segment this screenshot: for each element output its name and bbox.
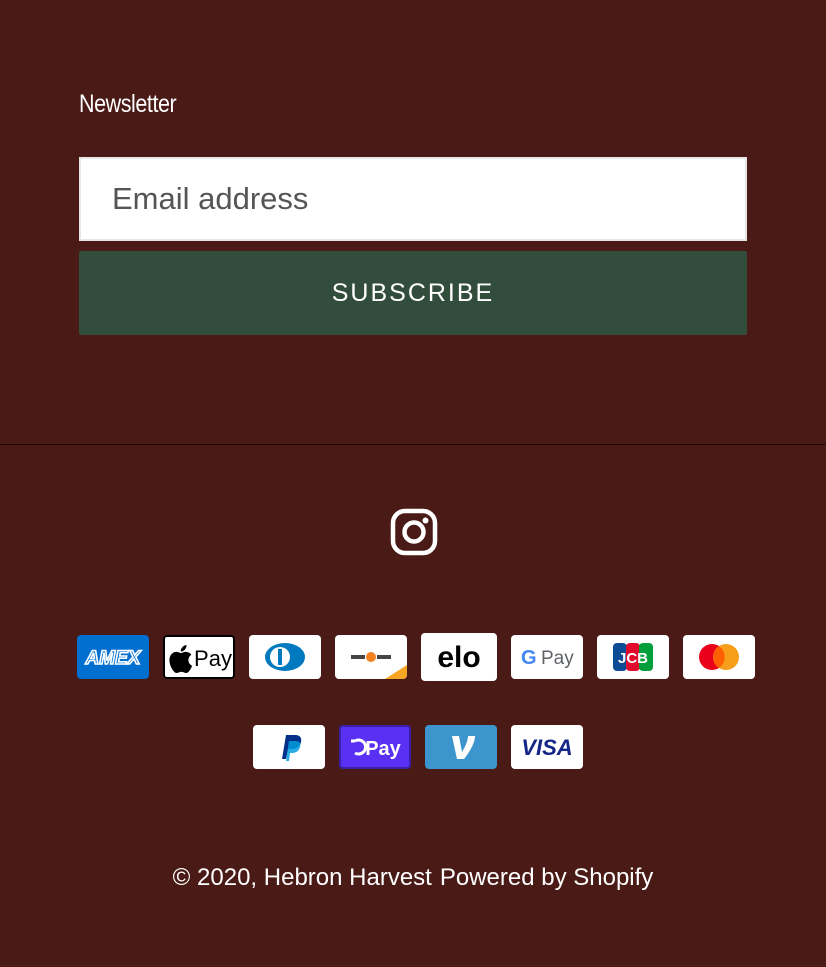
visa-text: VISA xyxy=(521,735,572,760)
jcb-text: JCB xyxy=(618,650,648,667)
amex-text: AMEX xyxy=(85,648,142,669)
powered-by-link[interactable]: Powered by Shopify xyxy=(440,864,653,891)
payment-icons-row-1: AMEX Pay elo G Pay JCB xyxy=(77,633,755,681)
shop-pay-icon: Pay xyxy=(339,725,411,769)
footer-divider xyxy=(0,444,826,445)
email-field-wrapper xyxy=(79,157,747,241)
google-pay-text: Pay xyxy=(541,648,574,669)
instagram-link[interactable] xyxy=(390,508,438,556)
copyright-text: © 2020, xyxy=(172,864,258,891)
apple-pay-text: Pay xyxy=(194,646,232,671)
subscribe-button[interactable]: SUBSCRIBE xyxy=(79,251,747,335)
svg-text:G: G xyxy=(521,647,537,669)
jcb-icon: JCB xyxy=(597,635,669,679)
newsletter-heading: Newsletter xyxy=(79,90,177,118)
venmo-icon xyxy=(425,725,497,769)
instagram-icon xyxy=(390,508,438,556)
shop-pay-text: Pay xyxy=(365,738,401,760)
discover-icon xyxy=(335,635,407,679)
elo-text: elo xyxy=(437,641,480,674)
elo-icon: elo xyxy=(421,633,497,681)
footer-copyright-line: © 2020, Hebron Harvest Powered by Shopify xyxy=(0,864,826,892)
amex-icon: AMEX xyxy=(77,635,149,679)
email-field[interactable] xyxy=(81,159,745,239)
mastercard-icon xyxy=(683,635,755,679)
google-pay-icon: G Pay xyxy=(511,635,583,679)
store-name-link[interactable]: Hebron Harvest xyxy=(264,864,432,891)
payment-icons-row-2: Pay VISA xyxy=(253,725,583,769)
paypal-icon xyxy=(253,725,325,769)
diners-club-icon xyxy=(249,635,321,679)
apple-pay-icon: Pay xyxy=(163,635,235,679)
visa-icon: VISA xyxy=(511,725,583,769)
